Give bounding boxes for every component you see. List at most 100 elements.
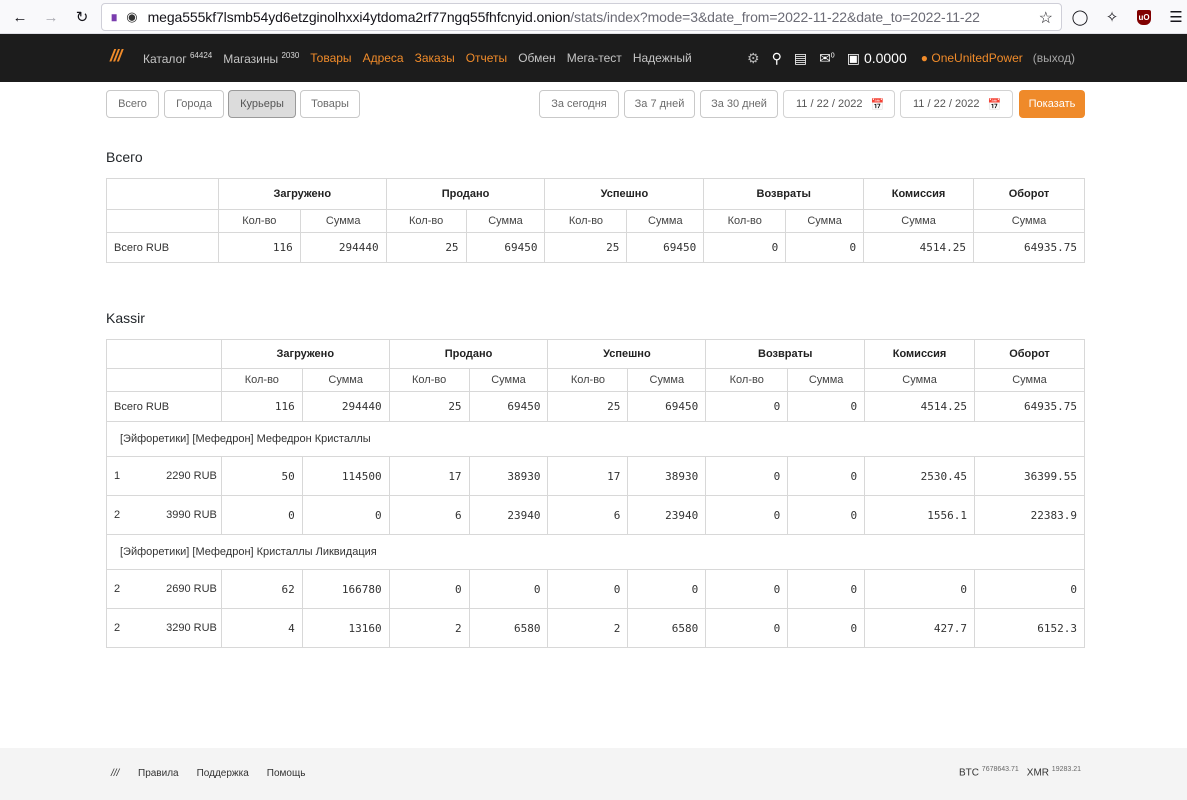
btc-rate: BTC 7678643.71 [959,766,1019,778]
cell-loaded-sum: 166780 [301,569,390,609]
shopping-bag-icon[interactable]: ▤ [794,50,807,67]
calendar-icon[interactable]: 📅 [987,98,1001,111]
subheader-qty: Кол-во [544,209,628,233]
bookmark-star-icon[interactable]: ☆ [1039,8,1053,28]
search-icon[interactable]: ⚲ [772,50,782,67]
address-bar[interactable]: ∎ ◉ mega555kf7lsmb54yd6etzginolhxxi4ytdo… [101,3,1062,31]
subheader-sum: Сумма [974,368,1085,392]
nav-orders[interactable]: Заказы [415,51,455,65]
cell-loaded-sum: 294440 [299,232,387,263]
subheader-qty: Кол-во [220,368,303,392]
cell-loaded-qty: 50 [220,456,303,496]
nav-exchange[interactable]: Обмен [518,51,556,65]
date-to-input[interactable]: 11 / 22 / 2022 📅 [900,90,1013,118]
mode-goods-button[interactable]: Товары [300,90,360,118]
cell-returns-sum: 0 [787,456,866,496]
nav-mega-test[interactable]: Мега-тест [567,51,622,65]
cell-commission: 4514.25 [864,391,975,422]
date-from-input[interactable]: 11 / 22 / 2022 📅 [783,90,895,118]
subheader-sum: Сумма [863,209,974,233]
footer-link-support[interactable]: Поддержка [197,768,249,779]
cell-returns-sum: 0 [787,608,866,648]
cell-commission: 2530.45 [864,456,975,496]
row-label: Всего RUB [106,232,219,263]
nav-catalog[interactable]: Каталог 64424 [143,51,212,66]
subheader-sum: Сумма [785,209,865,233]
footer-logo[interactable]: /// [111,768,119,779]
mail-icon[interactable]: ✉0 [819,50,835,67]
footer-link-rules[interactable]: Правила [138,768,179,779]
user-link[interactable]: ● OneUnitedPower [921,51,1023,65]
cell-turnover: 64935.75 [973,232,1085,263]
cell-success-qty: 6 [547,495,629,535]
cell-loaded-sum: 13160 [301,608,390,648]
mode-total-button[interactable]: Всего [106,90,159,118]
total-stats-table: Загружено Продано Успешно Возвраты Комис… [106,178,1085,263]
mode-couriers-button[interactable]: Курьеры [228,90,296,118]
cell-loaded-sum: 114500 [301,456,390,496]
period-today-button[interactable]: За сегодня [539,90,619,118]
cell-success-qty: 17 [547,456,629,496]
subheader-empty [106,209,219,233]
xmr-rate: XMR 19283.21 [1027,766,1081,778]
subheader-qty: Кол-во [388,368,470,392]
show-button[interactable]: Показать [1019,90,1085,118]
reload-icon[interactable]: ↻ [67,2,97,32]
subheader-empty [106,368,222,392]
cell-success-sum: 0 [627,569,707,609]
cell-turnover: 22383.9 [974,495,1085,535]
header-row: Загружено Продано Успешно Возвраты Комис… [106,339,1085,369]
site-logo[interactable]: /// [110,46,122,66]
header-returns: Возвраты [703,178,865,210]
date-from-value: 11 / 22 / 2022 [796,98,863,110]
url-path: /stats/index?mode=3&date_from=2022-11-22… [570,9,980,25]
btc-label: BTC [959,767,980,779]
cell-commission: 427.7 [864,608,975,648]
table-row-total: Всего RUB 116 294440 25 69450 25 69450 0… [106,232,1085,263]
nav-shops-label: Магазины [223,51,279,66]
mode-cities-button[interactable]: Города [164,90,224,118]
logout-link[interactable]: (выход) [1033,51,1075,65]
cell-commission: 0 [864,569,975,609]
header-empty [106,178,219,210]
header-loaded: Загружено [220,339,390,369]
cell-sold-qty: 25 [388,391,470,422]
nav-addresses[interactable]: Адреса [363,51,404,65]
url-text[interactable]: mega555kf7lsmb54yd6etzginolhxxi4ytdoma2r… [148,9,980,25]
subheader-sum: Сумма [627,368,707,392]
subheader-sum: Сумма [973,209,1085,233]
footer-link-help[interactable]: Помощь [267,768,306,779]
nav-reliable[interactable]: Надежный [633,51,692,65]
row-index: 1 [114,470,121,482]
row-price: 3290 RUB [166,622,217,634]
cell-returns-sum: 0 [787,569,866,609]
nav-reports[interactable]: Отчеты [466,51,507,65]
cell-loaded-sum: 0 [301,495,390,535]
nav-goods[interactable]: Товары [310,51,351,65]
cell-success-sum: 69450 [626,232,705,263]
cell-turnover: 64935.75 [974,391,1085,422]
period-30-days-button[interactable]: За 30 дней [700,90,778,118]
subheader-sum: Сумма [864,368,975,392]
onion-site-icon[interactable]: ∎ [110,9,118,25]
url-host: mega555kf7lsmb54yd6etzginolhxxi4ytdoma2r… [147,9,571,25]
row-index: 2 [114,622,121,634]
period-7-days-button[interactable]: За 7 дней [624,90,695,118]
subheader-qty: Кол-во [703,209,787,233]
wallet-icon[interactable]: ▣ [847,50,860,67]
tracking-protection-icon[interactable]: ◉ [126,9,137,25]
calendar-icon[interactable]: 📅 [870,98,884,111]
row-index: 2 [114,583,121,595]
back-arrow-icon[interactable]: ← [5,2,35,32]
shield-icon[interactable]: ◯ [1066,2,1094,32]
nav-shops[interactable]: Магазины 2030 [223,51,299,66]
ublock-icon[interactable]: uO [1130,2,1158,32]
magic-wand-icon[interactable]: ✧ [1098,2,1126,32]
gear-icon[interactable]: ⚙ [747,50,760,67]
balance[interactable]: 0.0000 [864,50,907,66]
table-row: 2 3290 RUB 4 13160 2 6580 2 6580 0 0 427.… [106,608,1085,648]
header-returns: Возвраты [705,339,866,369]
forward-arrow-icon[interactable]: → [36,2,66,32]
menu-icon[interactable]: ☰ [1162,2,1187,32]
cell-loaded-qty: 4 [220,608,303,648]
